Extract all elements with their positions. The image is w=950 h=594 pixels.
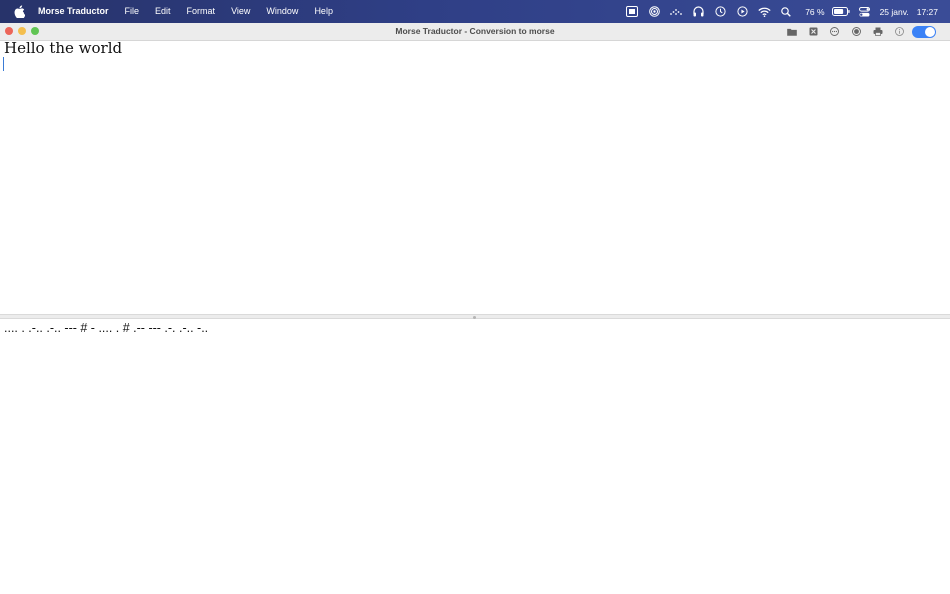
fingerprint-icon[interactable] — [643, 0, 665, 23]
menu-format[interactable]: Format — [187, 0, 216, 23]
folder-icon — [786, 28, 797, 36]
window-toolbar — [781, 24, 936, 39]
print-icon — [873, 27, 883, 36]
search-icon[interactable] — [775, 0, 797, 23]
mode-toggle[interactable] — [912, 25, 936, 38]
battery-percent: 76 % — [805, 6, 825, 17]
clear-icon — [809, 27, 818, 36]
more-options-button[interactable] — [824, 24, 846, 39]
dotted-wave-icon[interactable] — [665, 0, 687, 23]
print-button[interactable] — [867, 24, 889, 39]
text-cursor — [3, 57, 4, 71]
menu-help[interactable]: Help — [314, 0, 333, 23]
control-center-icon[interactable] — [854, 0, 876, 23]
open-folder-button[interactable] — [781, 24, 803, 39]
morse-output-text: .... . .-.. .-.. --- # - .... . # .-- --… — [4, 321, 209, 335]
menu-time[interactable]: 17:27 — [917, 7, 938, 17]
menu-file[interactable]: File — [125, 0, 140, 23]
menu-app-name[interactable]: Morse Traductor — [38, 0, 109, 23]
info-icon — [894, 27, 904, 36]
record-button[interactable] — [846, 24, 868, 39]
time-machine-icon[interactable] — [709, 0, 731, 23]
toggle-knob — [925, 26, 935, 37]
menu-view[interactable]: View — [231, 0, 250, 23]
more-icon — [830, 27, 840, 36]
apple-logo-icon[interactable] — [10, 5, 28, 18]
morse-output-area[interactable]: .... . .-.. .-.. --- # - .... . # .-- --… — [0, 319, 950, 594]
wifi-icon[interactable] — [753, 0, 775, 23]
menu-bar: Morse Traductor File Edit Format View Wi… — [0, 0, 950, 23]
record-icon — [851, 27, 861, 36]
battery-status[interactable]: 76 % — [801, 6, 850, 17]
input-text-area[interactable]: Hello the world — [0, 39, 950, 314]
input-text: Hello the world — [4, 39, 123, 57]
battery-icon — [831, 7, 850, 16]
headphones-icon[interactable] — [687, 0, 709, 23]
play-circle-icon[interactable] — [731, 0, 753, 23]
screen-capture-icon[interactable] — [621, 0, 643, 23]
menu-edit[interactable]: Edit — [155, 0, 171, 23]
clear-button[interactable] — [803, 24, 825, 39]
info-button[interactable] — [889, 24, 911, 39]
menu-date[interactable]: 25 janv. — [880, 7, 909, 17]
menu-window[interactable]: Window — [266, 0, 298, 23]
window-titlebar[interactable]: Morse Traductor - Conversion to morse — [0, 23, 950, 41]
